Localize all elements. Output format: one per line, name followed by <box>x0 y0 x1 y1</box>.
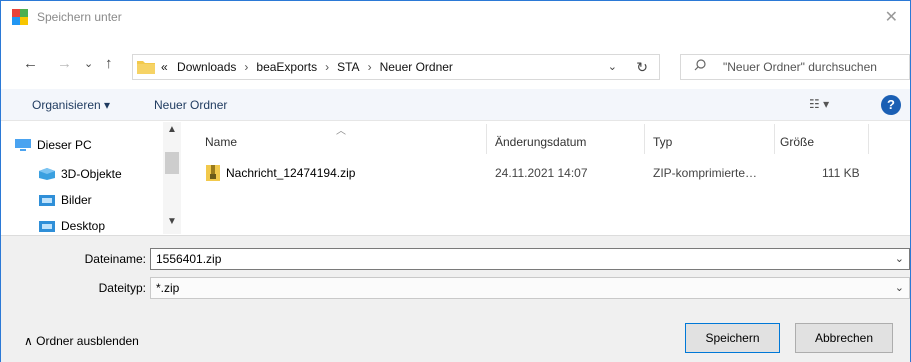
filename-label: Dateiname: <box>84 252 146 266</box>
filetype-select[interactable]: *.zip ⌄ <box>150 277 910 299</box>
refresh-icon[interactable]: ↻ <box>636 59 648 76</box>
scroll-thumb[interactable] <box>165 152 179 174</box>
breadcrumb-item[interactable]: beaExports <box>256 60 317 74</box>
column-header-size[interactable]: Größe <box>780 135 814 149</box>
nav-item-bilder[interactable]: Bilder <box>39 193 92 207</box>
search-placeholder: "Neuer Ordner" durchsuchen <box>723 60 877 74</box>
save-form: Dateiname: 1556401.zip ⌄ Dateityp: *.zip… <box>1 235 910 362</box>
cancel-button[interactable]: Abbrechen <box>795 323 893 353</box>
save-button[interactable]: Speichern <box>685 323 780 353</box>
recent-locations-button[interactable]: ⌄ <box>84 57 93 70</box>
breadcrumb-separator[interactable]: › <box>368 60 372 74</box>
view-options-icon[interactable]: ☷ ▾ <box>809 97 829 111</box>
back-button[interactable]: ← <box>23 55 38 72</box>
file-date: 24.11.2021 14:07 <box>495 166 588 180</box>
breadcrumb: « Downloads › beaExports › STA › Neuer Ordner <box>161 60 453 74</box>
pc-icon <box>15 139 31 151</box>
breadcrumb-item[interactable]: STA <box>337 60 359 74</box>
up-button[interactable]: ↑ <box>105 55 113 72</box>
nav-item-desktop[interactable]: Desktop <box>39 219 105 233</box>
navigation-scrollbar[interactable]: ▲ ▼ <box>163 122 181 234</box>
dialog-title: Speichern unter <box>37 10 122 24</box>
column-divider[interactable] <box>868 124 869 154</box>
desktop-folder-icon <box>39 221 55 232</box>
save-dialog-icon <box>12 9 28 25</box>
filename-value: 1556401.zip <box>156 252 222 266</box>
search-input[interactable]: "Neuer Ordner" durchsuchen <box>680 54 910 80</box>
column-divider[interactable] <box>644 124 645 154</box>
file-list: ︿ Name Änderungsdatum Typ Größe Nachrich… <box>182 122 910 234</box>
sort-ascending-icon: ︿ <box>336 126 346 137</box>
file-name[interactable]: Nachricht_12474194.zip <box>226 166 355 180</box>
column-header-type[interactable]: Typ <box>653 135 672 149</box>
nav-item-3d-objekte[interactable]: 3D-Objekte <box>39 167 122 181</box>
chevron-down-icon[interactable]: ⌄ <box>895 252 904 265</box>
filetype-label: Dateityp: <box>98 281 146 295</box>
file-size: 111 KB <box>822 166 860 180</box>
search-icon <box>694 59 706 71</box>
organize-button[interactable]: Organisieren ▾ <box>32 98 110 112</box>
nav-item-label: Dieser PC <box>37 138 92 152</box>
chevron-down-icon[interactable]: ⌄ <box>895 281 904 294</box>
breadcrumb-item[interactable]: Neuer Ordner <box>380 60 453 74</box>
column-divider[interactable] <box>774 124 775 154</box>
navigation-pane: Dieser PC 3D-Objekte Bilder Desktop <box>1 122 181 234</box>
close-button[interactable]: ✕ <box>885 7 898 27</box>
breadcrumb-separator[interactable]: › <box>325 60 329 74</box>
new-folder-button[interactable]: Neuer Ordner <box>154 98 227 112</box>
title-bar: Speichern unter ✕ <box>1 1 910 33</box>
navigation-bar: ← → ⌄ ↑ « Downloads › beaExports › STA › Neuer… <box>1 47 910 87</box>
address-bar[interactable]: « Downloads › beaExports › STA › Neuer Ordner … <box>132 54 660 80</box>
column-divider[interactable] <box>486 124 487 154</box>
file-type: ZIP-komprimierte… <box>653 166 758 180</box>
filetype-value: *.zip <box>156 281 180 295</box>
column-header-name[interactable]: Name <box>205 135 237 149</box>
forward-button[interactable]: → <box>57 55 72 72</box>
breadcrumb-separator[interactable]: › <box>244 60 248 74</box>
address-dropdown-icon[interactable]: ⌄ <box>608 60 617 73</box>
hide-folders-toggle[interactable]: ∧ Ordner ausblenden <box>24 334 139 348</box>
scroll-up-icon[interactable]: ▲ <box>167 124 177 135</box>
scroll-down-icon[interactable]: ▼ <box>167 216 177 227</box>
column-header-date[interactable]: Änderungsdatum <box>495 135 586 149</box>
nav-item-label: Desktop <box>61 219 106 233</box>
help-icon[interactable]: ? <box>881 95 901 115</box>
breadcrumb-item[interactable]: Downloads <box>177 60 236 74</box>
save-as-dialog: Speichern unter ✕ ← → ⌄ ↑ « Downloads › be… <box>0 0 911 362</box>
pictures-folder-icon <box>39 195 55 206</box>
nav-item-dieser-pc[interactable]: Dieser PC <box>15 138 92 152</box>
filename-field[interactable]: 1556401.zip ⌄ <box>150 248 910 270</box>
nav-item-label: 3D-Objekte <box>61 167 122 181</box>
command-bar: Organisieren ▾ Neuer Ordner ☷ ▾ ? <box>1 89 910 121</box>
3d-objects-icon <box>39 168 55 180</box>
breadcrumb-overflow[interactable]: « <box>161 60 168 74</box>
folder-icon <box>137 61 155 74</box>
nav-item-label: Bilder <box>61 193 92 207</box>
zip-file-icon <box>206 165 220 181</box>
